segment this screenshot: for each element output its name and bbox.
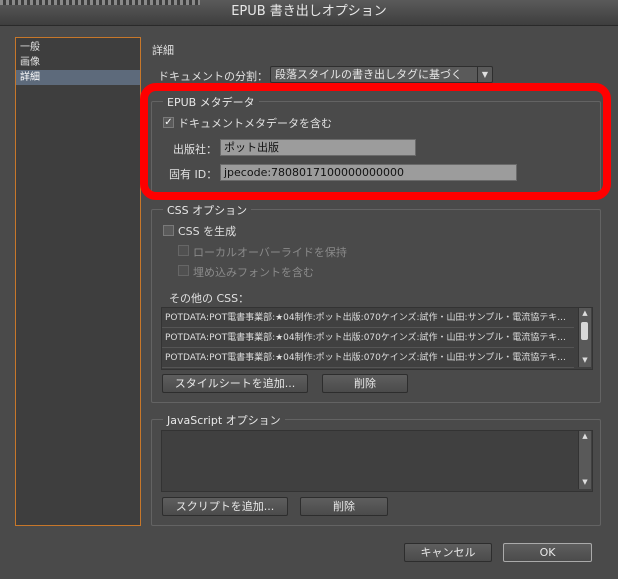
split-dropdown[interactable]: 段落スタイルの書き出しタグに基づく ▼ xyxy=(270,66,493,83)
list-item[interactable]: POTDATA:POT電書事業部:★04制作:ポット出版:070ケインズ:試作・… xyxy=(162,308,574,328)
sidebar-item-general[interactable]: 一般 xyxy=(16,40,140,55)
highlight-annotation xyxy=(140,83,611,200)
scroll-down-icon[interactable]: ▼ xyxy=(579,478,591,487)
delete-script-button[interactable]: 削除 xyxy=(300,497,388,516)
section-title: 詳細 xyxy=(152,44,174,57)
generate-css-label: CSS を生成 xyxy=(178,225,237,238)
list-item[interactable]: POTDATA:POT電書事業部:★04制作:ポット出版:070ケインズ:試作・… xyxy=(162,348,574,368)
local-override-label: ローカルオーバーライドを保持 xyxy=(193,246,347,259)
ok-button[interactable]: OK xyxy=(503,543,592,562)
js-list-scrollbar[interactable]: ▲ ▼ xyxy=(578,431,591,489)
embed-fonts-checkbox[interactable] xyxy=(178,265,189,276)
scroll-up-icon[interactable]: ▲ xyxy=(579,309,591,318)
scroll-up-icon[interactable]: ▲ xyxy=(579,432,591,441)
javascript-list[interactable]: ▲ ▼ xyxy=(161,430,593,492)
sidebar-item-images[interactable]: 画像 xyxy=(16,55,140,70)
local-override-checkbox[interactable] xyxy=(178,245,189,256)
other-css-list[interactable]: POTDATA:POT電書事業部:★04制作:ポット出版:070ケインズ:試作・… xyxy=(161,307,593,370)
cancel-button[interactable]: キャンセル xyxy=(404,543,492,562)
css-options-title: CSS オプション xyxy=(163,202,252,218)
add-script-button[interactable]: スクリプトを追加... xyxy=(162,497,288,516)
embed-fonts-label: 埋め込みフォントを含む xyxy=(193,266,314,279)
generate-css-checkbox[interactable] xyxy=(163,225,174,236)
list-item[interactable]: POTDATA:POT電書事業部:★04制作:ポット出版:070ケインズ:試作・… xyxy=(162,328,574,348)
add-stylesheet-button[interactable]: スタイルシートを追加... xyxy=(162,374,308,393)
other-css-label: その他の CSS： xyxy=(169,292,250,305)
scroll-thumb[interactable] xyxy=(581,322,588,340)
css-list-scrollbar[interactable]: ▲ ▼ xyxy=(578,308,591,367)
window-title: EPUB 書き出しオプション xyxy=(231,4,387,19)
title-bar-texture xyxy=(0,0,200,5)
chevron-down-icon: ▼ xyxy=(477,67,492,82)
javascript-options-title: JavaScript オプション xyxy=(163,412,285,428)
split-label: ドキュメントの分割： xyxy=(158,70,268,83)
sidebar-item-advanced[interactable]: 詳細 xyxy=(16,70,140,85)
category-sidebar: 一般 画像 詳細 xyxy=(15,37,141,526)
delete-stylesheet-button[interactable]: 削除 xyxy=(322,374,408,393)
split-dropdown-value: 段落スタイルの書き出しタグに基づく xyxy=(275,68,462,81)
scroll-down-icon[interactable]: ▼ xyxy=(579,356,591,365)
